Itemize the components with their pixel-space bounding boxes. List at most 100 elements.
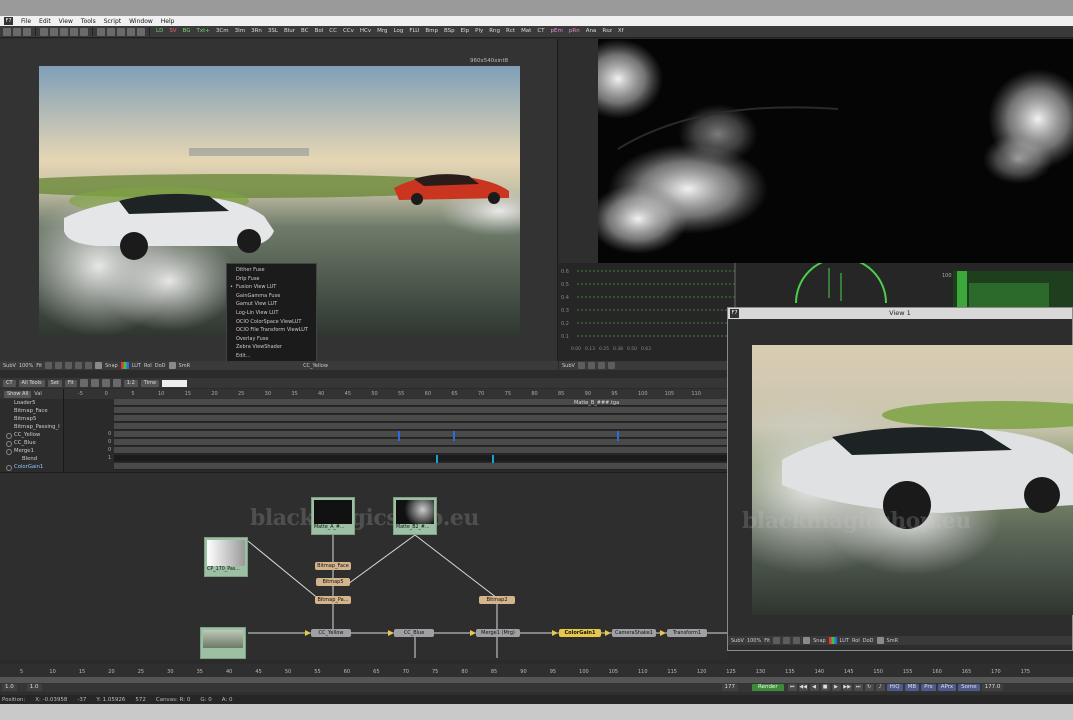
render-start-field[interactable]: 1.0	[26, 684, 42, 691]
timeline-track[interactable]	[114, 463, 727, 470]
go-start-icon[interactable]: ⏮	[787, 684, 797, 691]
subview-button[interactable]: SubV	[562, 363, 575, 369]
tool-button[interactable]: 3SL	[266, 27, 280, 36]
time-input[interactable]	[162, 379, 188, 387]
play-reverse-icon[interactable]: ◀	[809, 684, 819, 691]
context-menu-item[interactable]: OCIO File Transform ViewLUT	[227, 326, 316, 335]
context-menu-item[interactable]: Log-Lin View LUT	[227, 309, 316, 318]
global-end-field[interactable]: 177.0	[981, 684, 1004, 691]
circle-icon[interactable]	[607, 362, 615, 369]
tool-button[interactable]: pRn	[567, 27, 582, 36]
tool-button[interactable]: 3Im	[233, 27, 247, 36]
a-icon[interactable]	[95, 362, 103, 369]
tool-button[interactable]: Rng	[487, 27, 502, 36]
matte-a-node[interactable]: Matte_A_#...	[311, 497, 355, 535]
time-ruler[interactable]: 5 10 15 20 25 30 35 40 45 50 55 60 65 70 75 80 85 90 95 100…	[0, 667, 1073, 677]
subview-button[interactable]: SubV	[3, 363, 16, 369]
tool-button[interactable]: 3Cm	[214, 27, 231, 36]
rect-icon[interactable]	[597, 362, 605, 369]
fit-button[interactable]: Fit	[64, 379, 77, 387]
tool-button[interactable]: SV	[167, 27, 178, 36]
grid-icon[interactable]	[773, 637, 781, 644]
zoom-fit-icon[interactable]	[101, 379, 110, 387]
tool-button[interactable]: Txt+	[195, 27, 212, 36]
tool-button[interactable]: Rct	[504, 27, 517, 36]
lut-button[interactable]: LUT	[132, 363, 141, 369]
tool-button[interactable]: Mat	[519, 27, 533, 36]
tool-button[interactable]: Elp	[459, 27, 472, 36]
context-menu-item[interactable]: Zebra ViewShader	[227, 343, 316, 352]
tool-button[interactable]: LD	[154, 27, 165, 36]
smr-button[interactable]: SmR	[887, 638, 899, 644]
subview-button[interactable]: SubV	[731, 638, 744, 644]
tool-button[interactable]: Blur	[282, 27, 297, 36]
menu-help[interactable]: Help	[161, 18, 175, 25]
undo-icon[interactable]	[60, 27, 68, 36]
ratio-button[interactable]: 1:2	[123, 379, 138, 387]
loader-node[interactable]	[200, 627, 246, 659]
tool-button[interactable]: pEm	[549, 27, 565, 36]
set-button[interactable]: Set	[47, 379, 62, 387]
layout-tall-icon[interactable]	[137, 27, 145, 36]
layout-single-icon[interactable]	[97, 27, 105, 36]
copy-icon[interactable]	[40, 27, 48, 36]
grid-icon[interactable]	[45, 362, 53, 369]
timeline-track[interactable]	[114, 439, 727, 446]
keyframe-marker[interactable]	[453, 431, 455, 441]
menu-view[interactable]: View	[59, 18, 73, 25]
timeline-track[interactable]	[114, 423, 727, 430]
layout-split-icon[interactable]	[107, 27, 115, 36]
menu-script[interactable]: Script	[104, 18, 121, 25]
color-channel-icon[interactable]	[120, 362, 129, 369]
timeline-track[interactable]	[114, 431, 727, 438]
context-menu-item[interactable]: Edit...	[227, 352, 316, 361]
menu-file[interactable]: File	[21, 18, 31, 25]
tool-button[interactable]: CT	[535, 27, 546, 36]
tool-button[interactable]: Xf	[616, 27, 626, 36]
new-file-icon[interactable]	[3, 27, 11, 36]
ct-button[interactable]: CT	[3, 379, 16, 387]
checker-icon[interactable]	[168, 362, 176, 369]
some-toggle[interactable]: Some	[958, 684, 980, 691]
layout-quad-icon[interactable]	[117, 27, 125, 36]
floating-viewer-window[interactable]: F7 View 1 blackmagicshop.eu SubV 100% Fi…	[727, 307, 1073, 651]
fit-button[interactable]: Fit	[764, 638, 770, 644]
keyframe-marker[interactable]	[617, 431, 619, 441]
keyframe-marker[interactable]	[492, 455, 494, 463]
timeline-track[interactable]	[114, 447, 727, 454]
line-icon[interactable]	[65, 362, 73, 369]
smr-button[interactable]: SmR	[179, 363, 191, 369]
timeline-track[interactable]	[114, 407, 727, 414]
hiq-toggle[interactable]: HiQ	[886, 684, 903, 691]
go-end-icon[interactable]: ⏭	[853, 684, 863, 691]
tool-button[interactable]: Mrg	[375, 27, 389, 36]
context-menu-item[interactable]: Overlay Fuse	[227, 335, 316, 344]
timeline-item[interactable]: Bitmap_Face	[0, 407, 63, 415]
roi-button[interactable]: RoI	[852, 638, 860, 644]
menu-edit[interactable]: Edit	[39, 18, 51, 25]
zoom-select[interactable]: 100%	[747, 638, 761, 644]
tool-button[interactable]: CCv	[341, 27, 356, 36]
cc-yellow-node[interactable]: CC_Yellow	[311, 629, 351, 637]
loop-icon[interactable]: ↻	[864, 684, 874, 691]
tool-button[interactable]: CC	[327, 27, 339, 36]
floating-viewer-titlebar[interactable]: F7 View 1	[728, 308, 1072, 319]
timeline-item[interactable]: Blend	[0, 455, 63, 463]
all-tools-filter[interactable]: All Tools	[18, 379, 45, 387]
show-all-button[interactable]: Show All	[4, 390, 32, 398]
zoom-select[interactable]: 100%	[19, 363, 33, 369]
timeline-tracks[interactable]: -5 0 5 10 15 20 25 30 35 40 45 50 55 60 65 70 75 80 85 90 95…	[64, 389, 727, 472]
context-menu-item[interactable]: GainGamma Fuse	[227, 292, 316, 301]
timeline-track[interactable]	[114, 415, 727, 422]
tool-button[interactable]: BSp	[442, 27, 457, 36]
timeline-item[interactable]: Bitmap5	[0, 415, 63, 423]
context-menu-item[interactable]: Drip Fuse	[227, 275, 316, 284]
left-viewer[interactable]: 960x540xint8 Dither Fuse Drip Fuse • Fus…	[0, 39, 558, 370]
pen-icon[interactable]	[783, 637, 791, 644]
keyframe-marker[interactable]	[398, 431, 400, 441]
audio-icon[interactable]: ♪	[875, 684, 885, 691]
redo-icon[interactable]	[70, 27, 78, 36]
bitmap2-node[interactable]: Bitmap2	[479, 596, 515, 604]
menu-tools[interactable]: Tools	[81, 18, 96, 25]
context-menu-item[interactable]: Gamut View LUT	[227, 300, 316, 309]
